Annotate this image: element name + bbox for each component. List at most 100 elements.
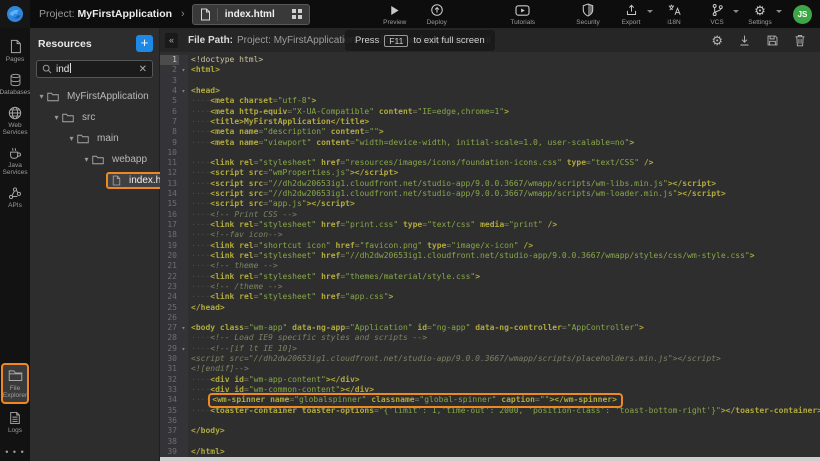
- line-number[interactable]: 7: [160, 117, 179, 127]
- line-number[interactable]: 6: [160, 107, 179, 117]
- tree-item-index-html[interactable]: index.html: [30, 170, 159, 191]
- line-number[interactable]: 27: [160, 323, 179, 333]
- trash-icon[interactable]: [794, 33, 806, 47]
- clear-search-icon[interactable]: ✕: [139, 64, 147, 75]
- line-number[interactable]: 21: [160, 261, 179, 271]
- line-number[interactable]: 24: [160, 292, 179, 302]
- code-line[interactable]: 38: [160, 437, 820, 447]
- code-line[interactable]: 34····<wm-spinner name="globalspinner" c…: [160, 395, 820, 405]
- line-number[interactable]: 18: [160, 230, 179, 240]
- line-number[interactable]: 1: [160, 55, 179, 65]
- security-button[interactable]: Security: [573, 3, 603, 26]
- line-number[interactable]: 35: [160, 406, 179, 416]
- line-number[interactable]: 28: [160, 333, 179, 343]
- code-line[interactable]: 14····<script src="//dh2dw20653ig1.cloud…: [160, 189, 820, 199]
- line-number[interactable]: 11: [160, 158, 179, 168]
- code-line[interactable]: 28····<!-- Load IE9 specific styles and …: [160, 333, 820, 343]
- code-line[interactable]: 30<script src="//dh2dw20653ig1.cloudfron…: [160, 354, 820, 364]
- tree-caret-icon[interactable]: ▾: [81, 155, 92, 164]
- export-button[interactable]: Export: [616, 3, 646, 26]
- tree-item-main[interactable]: ▾main: [30, 128, 159, 149]
- code-line[interactable]: 24····<link rel="stylesheet" href="app.c…: [160, 292, 820, 302]
- code-line[interactable]: 18····<!--fav icon-->: [160, 230, 820, 240]
- horizontal-scrollbar[interactable]: [160, 457, 820, 461]
- code-line[interactable]: 29▾····<!--[if lt IE 10]>: [160, 344, 820, 354]
- line-number[interactable]: 39: [160, 447, 179, 457]
- grid-icon[interactable]: [292, 9, 302, 19]
- collapse-panel-button[interactable]: «: [165, 33, 178, 48]
- deploy-button[interactable]: Deploy: [422, 3, 452, 26]
- fold-caret-icon[interactable]: ▾: [179, 323, 188, 333]
- tree-caret-icon[interactable]: ▾: [51, 113, 62, 122]
- line-number[interactable]: 10: [160, 148, 179, 158]
- line-number[interactable]: 38: [160, 437, 179, 447]
- line-number[interactable]: 15: [160, 199, 179, 209]
- code-line[interactable]: 27▾<body class="wm-app" data-ng-app="App…: [160, 323, 820, 333]
- line-number[interactable]: 8: [160, 127, 179, 137]
- tree-caret-icon[interactable]: ▾: [66, 134, 77, 143]
- code-line[interactable]: 36: [160, 416, 820, 426]
- code-editor[interactable]: 1<!doctype html>2▾<html>34▾<head>5····<m…: [160, 52, 820, 461]
- fold-caret-icon[interactable]: ▾: [179, 344, 188, 354]
- code-line[interactable]: 11····<link rel="stylesheet" href="resou…: [160, 158, 820, 168]
- line-number[interactable]: 9: [160, 138, 179, 148]
- save-icon[interactable]: [766, 33, 779, 47]
- code-line[interactable]: 20····<link rel="stylesheet" href="//dh2…: [160, 251, 820, 261]
- code-line[interactable]: 17····<link rel="stylesheet" href="print…: [160, 220, 820, 230]
- preview-button[interactable]: Preview: [380, 3, 410, 26]
- tutorials-button[interactable]: Tutorials: [508, 3, 538, 26]
- line-number[interactable]: 33: [160, 385, 179, 395]
- line-number[interactable]: 30: [160, 354, 179, 364]
- vcs-button[interactable]: VCS: [702, 3, 732, 26]
- sidebar-item-java-services[interactable]: Java Services: [0, 142, 30, 179]
- line-number[interactable]: 14: [160, 189, 179, 199]
- line-number[interactable]: 2: [160, 65, 179, 75]
- tree-item-webapp[interactable]: ▾webapp: [30, 149, 159, 170]
- line-number[interactable]: 37: [160, 426, 179, 436]
- sidebar-item-apis[interactable]: APIs: [0, 182, 30, 212]
- sidebar-item-logs[interactable]: Logs: [0, 407, 30, 437]
- code-line[interactable]: 2▾<html>: [160, 65, 820, 75]
- line-number[interactable]: 26: [160, 313, 179, 323]
- line-number[interactable]: 25: [160, 303, 179, 313]
- line-number[interactable]: 19: [160, 241, 179, 251]
- sidebar-item-pages[interactable]: Pages: [0, 36, 30, 66]
- code-line[interactable]: 9····<meta name="viewport" content="widt…: [160, 138, 820, 148]
- code-line[interactable]: 8····<meta name="description" content=""…: [160, 127, 820, 137]
- sidebar-item-databases[interactable]: Databases: [0, 69, 30, 99]
- tree-item-myfirstapplication[interactable]: ▾MyFirstApplication: [30, 86, 159, 107]
- tab-index-html[interactable]: index.html: [192, 4, 310, 25]
- line-number[interactable]: 22: [160, 272, 179, 282]
- line-number[interactable]: 4: [160, 86, 179, 96]
- line-number[interactable]: 23: [160, 282, 179, 292]
- settings-button[interactable]: ⚙ Settings: [745, 3, 775, 26]
- sidebar-item-web-services[interactable]: Web Services: [0, 102, 30, 139]
- code-line[interactable]: 39</html>: [160, 447, 820, 457]
- line-number[interactable]: 36: [160, 416, 179, 426]
- line-number[interactable]: 29: [160, 344, 179, 354]
- add-resource-button[interactable]: +: [136, 35, 153, 52]
- code-line[interactable]: 32····<div id="wm-app-content"></div>: [160, 375, 820, 385]
- line-number[interactable]: 32: [160, 375, 179, 385]
- tree-caret-icon[interactable]: ▾: [36, 92, 47, 101]
- code-line[interactable]: 4▾<head>: [160, 86, 820, 96]
- code-line[interactable]: 12····<script src="wmProperties.js"></sc…: [160, 168, 820, 178]
- code-line[interactable]: 25</head>: [160, 303, 820, 313]
- line-number[interactable]: 20: [160, 251, 179, 261]
- code-line[interactable]: 19····<link rel="shortcut icon" href="fa…: [160, 241, 820, 251]
- code-line[interactable]: 21····<!-- theme -->: [160, 261, 820, 271]
- line-number[interactable]: 31: [160, 364, 179, 374]
- line-number[interactable]: 5: [160, 96, 179, 106]
- code-line[interactable]: 26: [160, 313, 820, 323]
- code-line[interactable]: 10: [160, 148, 820, 158]
- resources-search-input[interactable]: ind ✕: [36, 60, 153, 78]
- code-line[interactable]: 13····<script src="//dh2dw20653ig1.cloud…: [160, 179, 820, 189]
- download-icon[interactable]: [738, 33, 751, 47]
- code-line[interactable]: 22····<link rel="stylesheet" href="theme…: [160, 272, 820, 282]
- editor-settings-gear-icon[interactable]: ⚙: [711, 33, 723, 47]
- line-number[interactable]: 12: [160, 168, 179, 178]
- user-avatar[interactable]: JS: [793, 5, 812, 24]
- code-line[interactable]: 5····<meta charset="utf-8">: [160, 96, 820, 106]
- code-line[interactable]: 23····<!-- /theme -->: [160, 282, 820, 292]
- line-number[interactable]: 34: [160, 395, 179, 405]
